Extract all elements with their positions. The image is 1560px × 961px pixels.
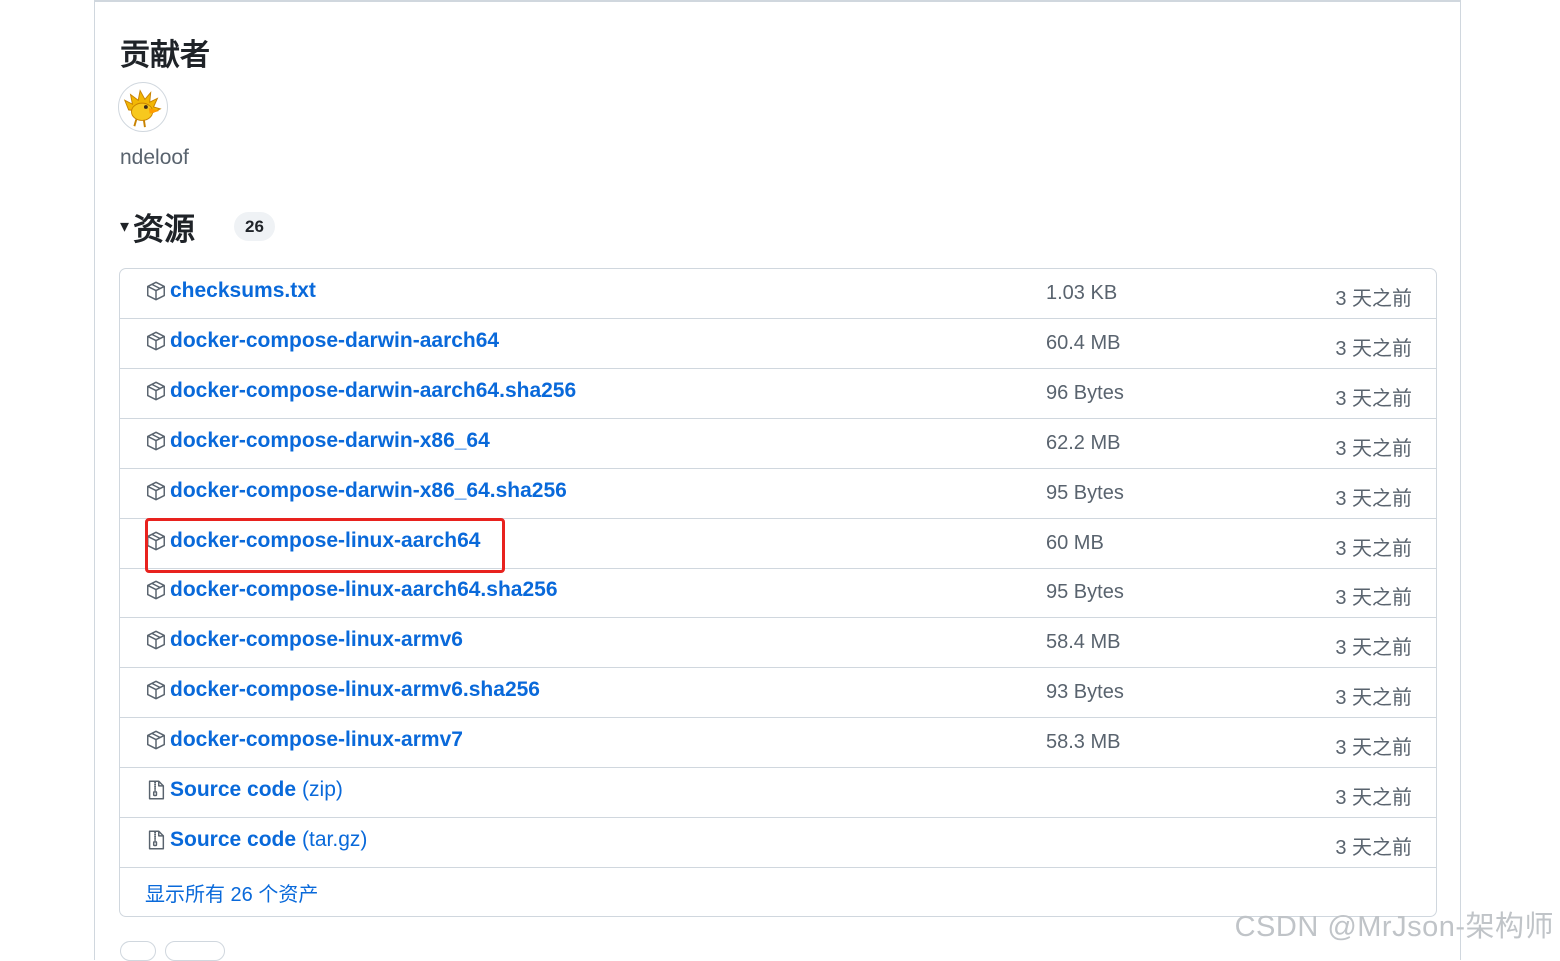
asset-download-link[interactable]: Source code (zip) [145,778,343,802]
asset-row: docker-compose-darwin-aarch64 60.4 MB 3 天之… [120,319,1436,369]
asset-download-link[interactable]: docker-compose-linux-aarch64 [145,529,480,553]
package-icon [145,678,170,702]
asset-name: docker-compose-linux-armv6.sha256 [170,678,540,702]
asset-row: docker-compose-darwin-x86_64.sha256 95 By… [120,469,1436,519]
package-icon [145,379,170,403]
asset-size: 58.4 MB [1046,631,1121,654]
asset-name: docker-compose-linux-aarch64.sha256 [170,578,558,602]
asset-date: 3 天之前 [1335,537,1412,560]
asset-name: docker-compose-linux-armv6 [170,628,463,652]
asset-row: docker-compose-darwin-aarch64.sha256 96 B… [120,369,1436,419]
asset-name: checksums.txt [170,279,316,302]
asset-name: docker-compose-darwin-aarch64 [170,328,500,352]
caret-down-icon: ▾ [120,216,130,236]
reaction-button[interactable] [165,941,225,961]
asset-format: (tar.gz) [302,827,368,851]
asset-download-link[interactable]: docker-compose-darwin-x86_64.sha256 [145,479,567,503]
asset-row: docker-compose-linux-armv6 58.4 MB 3 天之前 [120,618,1436,669]
asset-download-link[interactable]: docker-compose-linux-armv6 [145,628,463,652]
asset-download-link[interactable]: docker-compose-darwin-x86_64 [145,429,490,453]
reaction-button[interactable] [120,941,156,961]
asset-name: Source code [170,778,297,801]
contributor-name[interactable]: ndeloof [120,146,189,170]
asset-name: docker-compose-linux-aarch64 [170,528,481,552]
package-icon [145,529,170,553]
asset-size: 62.2 MB [1046,431,1121,454]
asset-download-link[interactable]: checksums.txt [145,279,316,303]
file-zip-icon [145,778,170,802]
package-icon [145,628,170,652]
assets-heading: 资源 [133,212,196,247]
asset-date: 3 天之前 [1335,737,1412,760]
contributors-heading: 贡献者 [120,39,210,72]
asset-date: 3 天之前 [1335,437,1412,460]
asset-size: 95 Bytes [1046,481,1124,504]
asset-date: 3 天之前 [1335,387,1412,410]
asset-date: 3 天之前 [1335,487,1412,510]
asset-row: docker-compose-linux-armv6.sha256 93 Byte… [120,668,1436,719]
asset-size: 96 Bytes [1046,381,1124,404]
package-icon [145,429,170,453]
asset-name: Source code [170,827,297,851]
asset-name: docker-compose-darwin-aarch64.sha256 [170,378,577,402]
asset-row: Source code (tar.gz) 3 天之前 [120,818,1436,868]
asset-download-link[interactable]: docker-compose-linux-armv7 [145,728,463,752]
asset-name: docker-compose-darwin-x86_64 [170,428,490,452]
assets-list: Source code (tar.gz) 3 天之前 Source code (zip)… [119,268,1437,917]
package-icon [145,279,170,303]
asset-row: docker-compose-linux-aarch64.sha256 95 By… [120,568,1436,619]
asset-size: 1.03 KB [1046,282,1118,304]
asset-size: 60 MB [1046,531,1104,554]
chocobo-avatar-icon [119,83,167,131]
asset-row: docker-compose-linux-aarch64 60 MB 3 天之前 [120,519,1436,569]
asset-size: 95 Bytes [1046,581,1124,604]
asset-date: 3 天之前 [1335,687,1412,710]
show-all-assets-link[interactable]: 显示所有 26 个资产 [145,878,318,907]
asset-date: 3 天之前 [1335,787,1412,809]
asset-download-link[interactable]: docker-compose-darwin-aarch64.sha256 [145,379,576,403]
package-icon [145,728,170,752]
file-zip-icon [145,828,170,852]
asset-date: 3 天之前 [1335,337,1412,360]
asset-date: 3 天之前 [1335,587,1412,610]
asset-size: 58.3 MB [1046,731,1121,754]
package-icon [145,479,170,503]
asset-download-link[interactable]: docker-compose-linux-armv6.sha256 [145,678,540,702]
asset-date: 3 天之前 [1335,637,1412,660]
asset-download-link[interactable]: Source code (tar.gz) [145,828,367,852]
asset-name: docker-compose-linux-armv7 [170,728,463,752]
package-icon [145,578,170,602]
asset-format: (zip) [302,778,343,801]
asset-row: docker-compose-darwin-x86_64 62.2 MB 3 天之前 [120,419,1436,469]
asset-row: checksums.txt 1.03 KB 3 天之前 [120,269,1436,319]
assets-count-badge: 26 [234,212,275,241]
asset-row: Source code (zip) 3 天之前 [120,768,1436,818]
avatar[interactable] [118,82,168,132]
asset-row: docker-compose-linux-armv7 58.3 MB 3 天之前 [120,718,1436,769]
asset-size: 60.4 MB [1046,331,1121,354]
asset-size: 93 Bytes [1046,681,1124,704]
asset-date: 3 天之前 [1335,288,1412,310]
watermark: CSDN @MrJson-架构师 [1234,911,1554,943]
assets-summary-toggle[interactable]: ▾ 资源 [120,204,195,249]
asset-date: 3 天之前 [1335,836,1412,859]
asset-download-link[interactable]: docker-compose-linux-aarch64.sha256 [145,578,558,602]
asset-name: docker-compose-darwin-x86_64.sha256 [170,478,567,502]
asset-download-link[interactable]: docker-compose-darwin-aarch64 [145,329,499,353]
package-icon [145,329,170,353]
